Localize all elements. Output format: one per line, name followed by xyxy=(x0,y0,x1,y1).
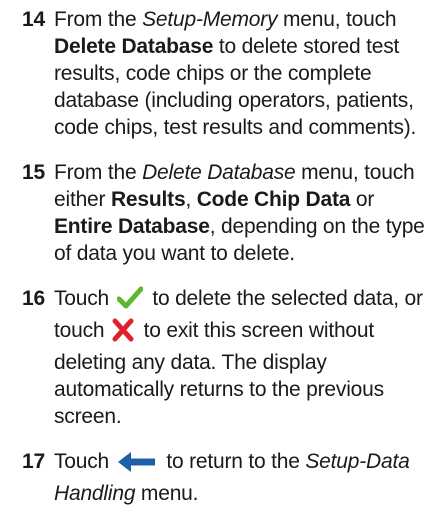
text-segment: menu, touch xyxy=(277,8,397,31)
step-17: 17 Touch to return to the Setup-Data Han… xyxy=(22,448,434,507)
step-number: 16 xyxy=(22,287,45,310)
text-segment: or xyxy=(350,188,375,211)
text-segment: From the xyxy=(54,8,143,31)
checkmark-icon xyxy=(116,286,144,317)
step-16: 16 Touch to delete the selected data, or… xyxy=(22,285,434,430)
step-text: From the Setup-Memory menu, touch Delete… xyxy=(54,6,434,141)
cross-icon xyxy=(112,318,134,349)
button-name-entire-database: Entire Database xyxy=(54,215,210,238)
step-number: 15 xyxy=(22,161,45,184)
text-segment: menu. xyxy=(135,482,199,505)
text-segment: From the xyxy=(54,161,143,184)
text-segment: Touch xyxy=(54,450,115,473)
back-arrow-icon xyxy=(117,451,157,480)
step-text: Touch to return to the Setup-Data Handli… xyxy=(54,448,434,507)
step-number: 17 xyxy=(22,450,45,473)
button-name-delete-database: Delete Database xyxy=(54,35,214,58)
step-15: 15 From the Delete Database menu, touch … xyxy=(22,159,434,267)
text-segment: , xyxy=(185,188,197,211)
button-name-code-chip-data: Code Chip Data xyxy=(196,188,351,211)
document-page: 14 From the Setup-Memory menu, touch Del… xyxy=(0,0,446,505)
step-number: 14 xyxy=(22,8,45,31)
step-text: From the Delete Database menu, touch eit… xyxy=(54,159,434,267)
menu-name-delete-database: Delete Database xyxy=(142,161,296,184)
step-14: 14 From the Setup-Memory menu, touch Del… xyxy=(22,6,434,141)
button-name-results: Results xyxy=(110,188,186,211)
text-segment: to return to the xyxy=(160,450,306,473)
text-segment: Touch xyxy=(54,287,115,310)
menu-name-setup-memory: Setup-Memory xyxy=(142,8,278,31)
step-text: Touch to delete the selected data, or to… xyxy=(54,285,434,430)
